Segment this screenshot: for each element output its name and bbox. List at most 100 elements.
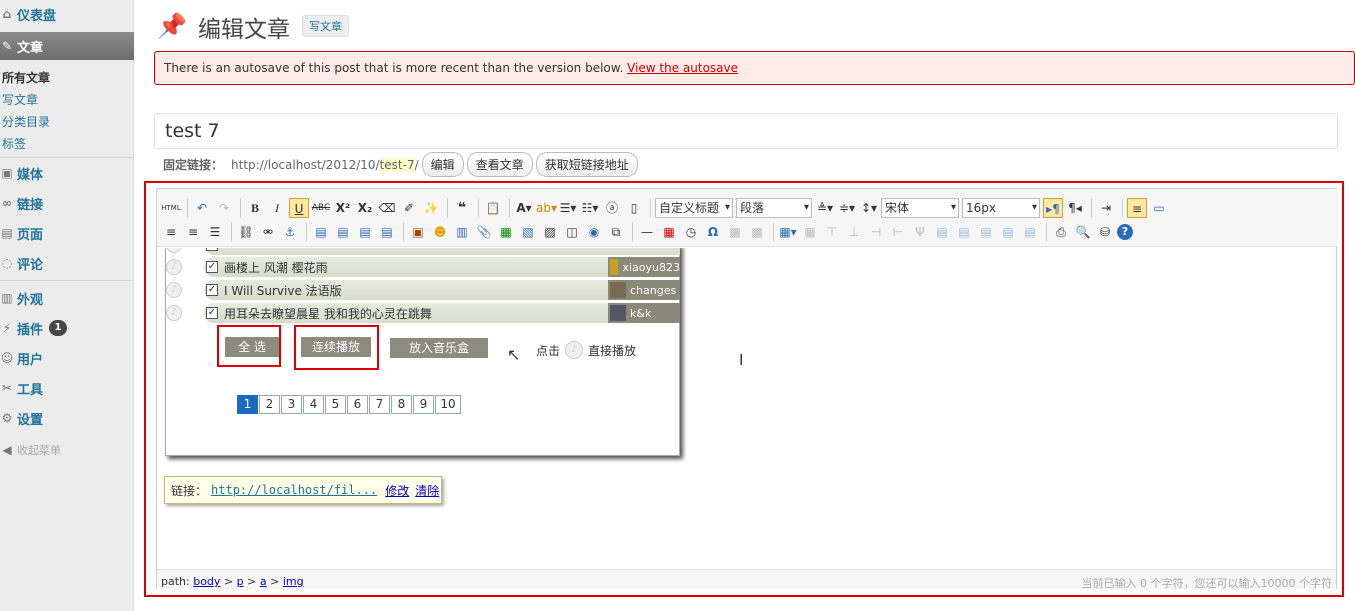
special-char-icon[interactable]: ⓐ	[602, 198, 622, 218]
path-img[interactable]: img	[283, 575, 304, 588]
menu-tools[interactable]: ✂ 工具	[0, 374, 134, 402]
font-size-select[interactable]: 16px	[962, 198, 1040, 218]
music-icon[interactable]: ◉	[584, 222, 604, 242]
track-user[interactable]: xiaoyu823	[608, 257, 680, 277]
page-link[interactable]: 10	[435, 395, 461, 414]
paragraph-spacing-icon[interactable]: ≑▾	[837, 198, 857, 218]
menu-dashboard[interactable]: ⌂ 仪表盘	[0, 0, 134, 28]
menu-links[interactable]: ∞ 链接	[0, 189, 134, 217]
track-user[interactable]: k&k	[608, 303, 680, 323]
fullscreen-icon[interactable]: ▭	[1149, 198, 1169, 218]
image-align-right-icon[interactable]: ▤	[355, 222, 375, 242]
print-icon[interactable]: ⎙	[1051, 222, 1071, 242]
track-checkbox[interactable]: ✓	[206, 284, 218, 296]
select-all-button[interactable]: 全 选	[225, 337, 279, 357]
merge-cells-icon[interactable]: Ψ	[910, 222, 930, 242]
add-to-music-box-button[interactable]: 放入音乐盒	[390, 338, 488, 358]
undo-icon[interactable]: ↶	[192, 198, 212, 218]
track-checkbox[interactable]: ✓	[206, 248, 218, 251]
play-all-button[interactable]: 连续播放	[301, 337, 371, 357]
date-icon[interactable]: ▦	[659, 222, 679, 242]
page-link[interactable]: 1	[237, 395, 258, 414]
align-justify-icon[interactable]: ☰	[205, 222, 225, 242]
submenu-categories[interactable]: 分类目录	[2, 113, 50, 130]
submenu-all-posts[interactable]: 所有文章	[2, 69, 50, 86]
page-link[interactable]: 8	[391, 395, 412, 414]
page-link[interactable]: 6	[347, 395, 368, 414]
track-checkbox[interactable]: ✓	[206, 261, 218, 273]
page-link[interactable]: 3	[281, 395, 302, 414]
template-icon[interactable]: ▩	[725, 222, 745, 242]
bold-icon[interactable]: B	[245, 198, 265, 218]
path-p[interactable]: p	[237, 575, 244, 588]
omega-icon[interactable]: Ω	[703, 222, 723, 242]
col-after-icon[interactable]: ⊢	[888, 222, 908, 242]
visual-aid-icon[interactable]: ≡	[1127, 198, 1147, 218]
blockquote-icon[interactable]: ❝	[452, 198, 472, 218]
format-brush-icon[interactable]: ✐	[399, 198, 419, 218]
html-mode-icon[interactable]: HTML	[161, 198, 181, 218]
menu-settings[interactable]: ⚙ 设置	[0, 404, 134, 432]
unlink-icon[interactable]: ⚮	[258, 222, 278, 242]
edit-link[interactable]: 修改	[385, 482, 409, 499]
play-note-icon[interactable]: ♪	[166, 305, 182, 321]
editor-content-area[interactable]: ♪ ✓ ♪ ✓ 画楼上 风潮 樱花雨 xiaoyu823 ♪ ✓ I Will …	[157, 248, 1336, 566]
track-checkbox[interactable]: ✓	[206, 307, 218, 319]
track-name[interactable]: 画楼上 风潮 樱花雨	[224, 259, 608, 276]
table-props-icon[interactable]: ▦	[800, 222, 820, 242]
post-title-input[interactable]: test 7	[154, 113, 1338, 149]
delete-table-icon[interactable]: ▤	[1020, 222, 1040, 242]
add-new-post-button[interactable]: 写文章	[302, 15, 349, 37]
delete-col-icon[interactable]: ▤	[976, 222, 996, 242]
wordcount-icon[interactable]: ▩	[747, 222, 767, 242]
code-icon[interactable]: ⧉	[606, 222, 626, 242]
format-select[interactable]: 段落	[736, 198, 812, 218]
find-replace-icon[interactable]: ⛁	[1095, 222, 1115, 242]
image-align-none-icon[interactable]: ▤	[377, 222, 397, 242]
row-after-icon[interactable]: ⊥	[844, 222, 864, 242]
superscript-icon[interactable]: X²	[333, 198, 353, 218]
image-align-left-icon[interactable]: ▤	[311, 222, 331, 242]
ltr-icon[interactable]: ▸¶	[1043, 198, 1063, 218]
anchor-icon[interactable]: ⚓	[280, 222, 300, 242]
strikethrough-icon[interactable]: ABC	[311, 198, 331, 218]
ordered-list-icon[interactable]: ☰▾	[558, 198, 578, 218]
align-right-icon[interactable]: ≡	[183, 222, 203, 242]
play-note-icon[interactable]: ♪	[166, 248, 182, 253]
table-icon[interactable]: ▦▾	[778, 222, 798, 242]
menu-media[interactable]: ▣ 媒体	[0, 159, 134, 187]
page-break-icon[interactable]: ⇥	[1096, 198, 1116, 218]
track-name[interactable]: I Will Survive 法语版	[224, 282, 608, 299]
paste-icon[interactable]: 📋	[483, 198, 503, 218]
preview-icon[interactable]: 🔍	[1073, 222, 1093, 242]
unordered-list-icon[interactable]: ☷▾	[580, 198, 600, 218]
play-note-icon[interactable]: ♪	[166, 259, 182, 275]
image-align-center-icon[interactable]: ▤	[333, 222, 353, 242]
menu-comments[interactable]: ◌ 评论	[0, 249, 134, 277]
menu-appearance[interactable]: ▥ 外观	[0, 284, 134, 312]
page-link[interactable]: 2	[259, 395, 280, 414]
underline-icon[interactable]: U	[289, 198, 309, 218]
redo-icon[interactable]: ↷	[214, 198, 234, 218]
submenu-tags[interactable]: 标签	[2, 135, 26, 152]
subscript-icon[interactable]: X₂	[355, 198, 375, 218]
highlight-color-icon[interactable]: ab▾	[536, 198, 557, 218]
path-body[interactable]: body	[193, 575, 220, 588]
track-name[interactable]: 用耳朵去瞭望晨星 我和我的心灵在跳舞	[224, 305, 608, 322]
view-autosave-link[interactable]: View the autosave	[627, 61, 738, 75]
media-icon[interactable]: ▧	[518, 222, 538, 242]
eraser-icon[interactable]: ⌫	[377, 198, 397, 218]
insert-image-icon[interactable]: ▣	[408, 222, 428, 242]
font-family-select[interactable]: 宋体	[881, 198, 959, 218]
permalink-slug[interactable]: test-7	[379, 157, 415, 172]
menu-plugins[interactable]: ⚡ 插件 1	[0, 314, 134, 342]
align-left-icon[interactable]: ≡	[161, 222, 181, 242]
page-link[interactable]: 7	[369, 395, 390, 414]
clear-link[interactable]: 清除	[415, 482, 439, 499]
help-icon[interactable]: ?	[1117, 224, 1133, 240]
time-icon[interactable]: ◷	[681, 222, 701, 242]
delete-row-icon[interactable]: ▤	[954, 222, 974, 242]
magic-wand-icon[interactable]: ✨	[421, 198, 441, 218]
line-spacing-icon[interactable]: ↕▾	[859, 198, 879, 218]
menu-users[interactable]: ☺ 用户	[0, 344, 134, 372]
